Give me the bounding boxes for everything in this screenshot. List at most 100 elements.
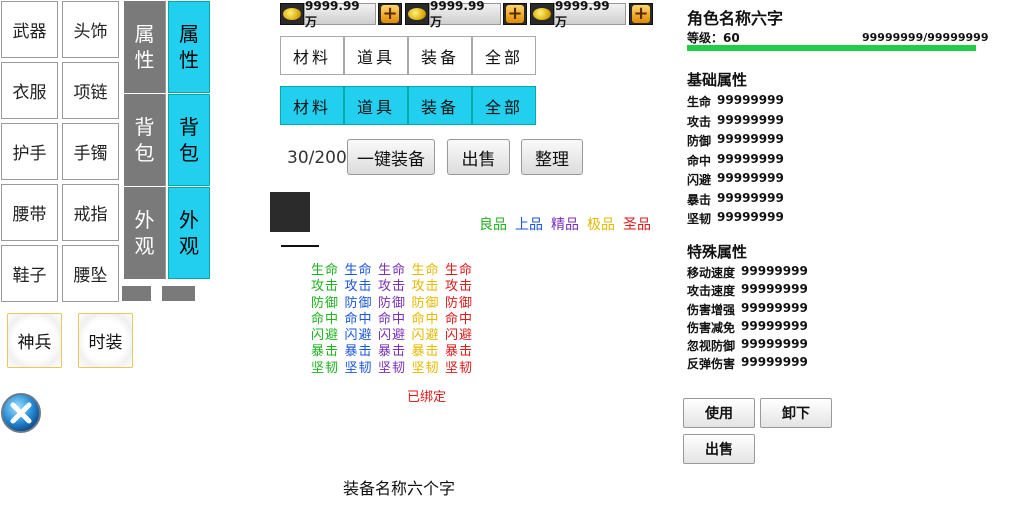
attribute-row: 命中 99999999 (687, 152, 784, 172)
slot-bracelet[interactable]: 手镯 (62, 123, 119, 180)
stat-cell: 攻击 (344, 279, 373, 295)
attribute-name: 忽视防御 (687, 339, 736, 354)
quality-holy: 圣品 (623, 217, 651, 233)
attribute-value: 99999999 (717, 171, 784, 185)
item-icon[interactable] (270, 192, 310, 232)
quality-excellent: 极品 (587, 217, 615, 233)
unequip-button[interactable]: 卸下 (760, 398, 832, 428)
stat-cell: 坚韧 (311, 360, 340, 376)
stat-cell: 坚韧 (445, 360, 474, 376)
attribute-name: 闪避 (687, 173, 712, 187)
stat-cell: 生命 (411, 263, 440, 278)
close-icon[interactable] (0, 392, 42, 434)
tab-label: 属性 (179, 22, 199, 72)
stat-row: 闪避 闪避 闪避 闪避 闪避 (311, 328, 479, 344)
tab-label: 外观 (179, 208, 199, 258)
gold-icon (280, 3, 304, 25)
stat-cell: 攻击 (411, 279, 440, 295)
stat-cell: 闪避 (411, 328, 440, 344)
stat-cell: 命中 (378, 311, 407, 327)
stat-cell: 攻击 (445, 279, 474, 295)
stat-cell: 生命 (445, 263, 474, 278)
character-name: 角色名称六字 (687, 9, 784, 28)
sell-button[interactable]: 出售 (447, 139, 510, 175)
page-indicator[interactable] (122, 286, 151, 301)
gold-icon (405, 3, 429, 25)
slot-belt[interactable]: 腰带 (1, 184, 58, 241)
stat-row: 坚韧 坚韧 坚韧 坚韧 坚韧 (311, 361, 479, 377)
attribute-value: 99999999 (741, 337, 808, 352)
stat-cell: 闪避 (445, 328, 474, 344)
attribute-name: 攻击 (687, 114, 712, 129)
bound-status: 已绑定 (407, 390, 447, 405)
tab-appearance-inactive[interactable]: 外观 (124, 187, 166, 279)
stat-cell: 防御 (344, 295, 373, 311)
attribute-name: 命中 (687, 153, 712, 168)
slot-shoes[interactable]: 鞋子 (1, 245, 58, 302)
attribute-value: 99999999 (717, 132, 784, 146)
use-button[interactable]: 使用 (683, 398, 755, 428)
tab-equipment[interactable]: 装备 (408, 36, 472, 75)
tab-equipment[interactable]: 装备 (408, 86, 472, 125)
tab-label: 属性 (134, 22, 155, 72)
add-currency-button[interactable]: + (629, 3, 653, 25)
sell-item-button[interactable]: 出售 (683, 434, 755, 464)
stat-cell: 攻击 (378, 279, 407, 295)
stat-cell: 防御 (311, 295, 340, 311)
tab-attributes-inactive[interactable]: 属性 (124, 1, 166, 93)
tab-items[interactable]: 道具 (344, 36, 408, 75)
add-currency-button[interactable]: + (378, 3, 402, 25)
add-currency-button[interactable]: + (503, 3, 527, 25)
tab-all[interactable]: 全部 (472, 86, 536, 125)
stat-row: 生命 生命 生命 生命 生命 (311, 263, 479, 279)
special-attributes-title: 特殊属性 (687, 243, 748, 261)
tab-bag-inactive[interactable]: 背包 (124, 94, 166, 186)
tab-label: 背包 (134, 115, 155, 165)
tab-materials[interactable]: 材料 (280, 36, 344, 75)
slot-ring[interactable]: 戒指 (62, 184, 119, 241)
attribute-value: 99999999 (717, 210, 784, 224)
attribute-name: 反弹伤害 (687, 357, 736, 372)
slot-wristguard[interactable]: 护手 (1, 123, 58, 180)
attribute-row: 反弹伤害 99999999 (687, 355, 808, 373)
stat-cell: 暴击 (311, 344, 340, 360)
attribute-name: 防御 (687, 134, 712, 148)
tab-appearance-active[interactable]: 外观 (168, 187, 210, 279)
tab-all[interactable]: 全部 (472, 36, 536, 75)
special-attributes: 移动速度 99999999 攻击速度 99999999 伤害增强 99999999 伤害减免… (687, 264, 808, 374)
attribute-value: 99999999 (741, 318, 808, 333)
slot-weapon[interactable]: 武器 (1, 1, 58, 58)
tab-items[interactable]: 道具 (344, 86, 408, 125)
tab-label: 背包 (179, 115, 199, 165)
attribute-row: 忽视防御 99999999 (687, 337, 808, 355)
slot-clothes[interactable]: 衣服 (1, 62, 58, 119)
attribute-name: 暴击 (687, 192, 712, 207)
slot-headwear[interactable]: 头饰 (62, 1, 119, 58)
attribute-value: 99999999 (741, 282, 808, 297)
tab-attributes-active[interactable]: 属性 (168, 1, 210, 93)
plus-icon: + (506, 3, 524, 24)
tab-bag-active[interactable]: 背包 (168, 94, 210, 186)
divine-weapon-button[interactable]: 神兵 (7, 313, 62, 368)
gold-icon (530, 3, 554, 25)
slot-necklace[interactable]: 项链 (62, 62, 119, 119)
sort-button[interactable]: 整理 (521, 139, 583, 175)
attribute-value: 99999999 (717, 93, 784, 107)
button-label: 神兵 (17, 333, 52, 353)
fashion-button[interactable]: 时装 (78, 313, 133, 368)
equip-all-button[interactable]: 一键装备 (347, 139, 435, 175)
page-indicator[interactable] (162, 286, 195, 301)
stat-cell: 生命 (378, 263, 407, 278)
currency-amount: 9999.99万 (554, 0, 626, 29)
attribute-row: 生命 99999999 (687, 93, 784, 113)
attribute-row: 防御 99999999 (687, 132, 784, 152)
slot-pendant[interactable]: 腰坠 (62, 245, 119, 302)
exp-text: 99999999/99999999 (862, 31, 989, 44)
stat-row: 攻击 攻击 攻击 攻击 攻击 (311, 279, 479, 295)
attribute-row: 伤害减免 99999999 (687, 319, 808, 337)
exp-bar (687, 45, 976, 51)
stat-cell: 防御 (445, 295, 474, 311)
attribute-value: 99999999 (741, 264, 808, 278)
tab-materials[interactable]: 材料 (280, 86, 344, 125)
item-stat-grid: 生命 生命 生命 生命 生命 攻击 攻击 攻击 攻击 攻击 防御 防御 防御 防御 防御 命中 命中 命中 命中 命中… (311, 263, 479, 377)
